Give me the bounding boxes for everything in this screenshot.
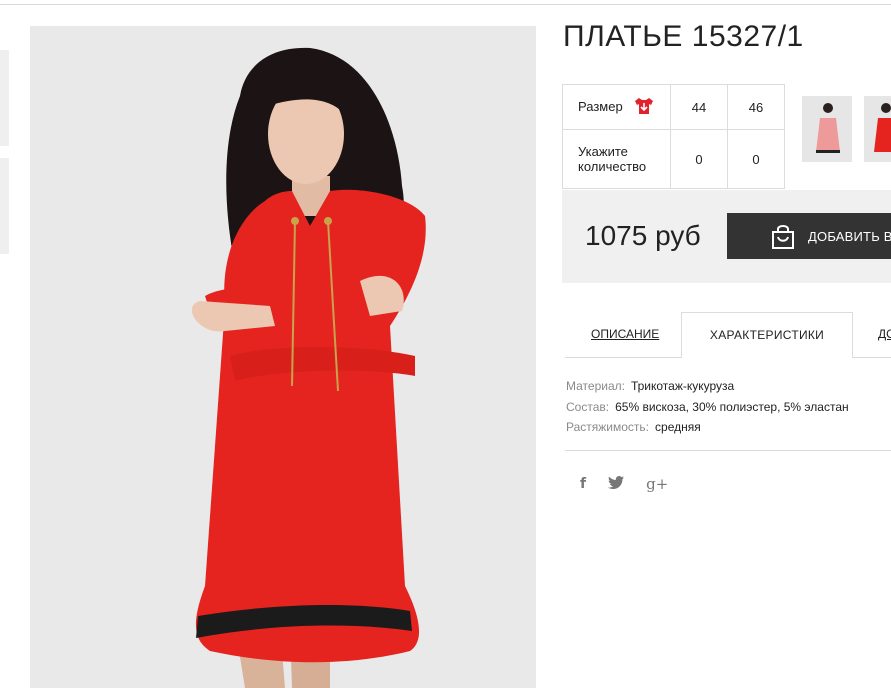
shopping-bag-icon: [769, 222, 797, 253]
twitter-icon[interactable]: [608, 475, 625, 493]
model-illustration: [30, 26, 536, 688]
spec-label: Растяжимость:: [566, 420, 650, 434]
spec-value: 65% вискоза, 30% полиэстер, 5% эластан: [615, 399, 849, 414]
spec-label: Состав:: [566, 399, 610, 414]
spec-row: Материал: Трикотаж-кукуруза: [566, 376, 849, 397]
spec-value: средняя: [655, 420, 701, 434]
quantity-label-line: Укажите: [578, 144, 628, 159]
product-thumbnail[interactable]: [802, 96, 852, 162]
top-divider: [0, 4, 891, 5]
social-share: f g+: [580, 474, 690, 494]
strip-thumbnail[interactable]: [0, 158, 9, 254]
facebook-icon[interactable]: f: [580, 476, 586, 492]
spec-value: Трикотаж-кукуруза: [630, 379, 735, 393]
spec-row: Состав: 65% вискоза, 30% полиэстер, 5% эл…: [566, 397, 849, 418]
quantity-label-line: количество: [578, 159, 647, 174]
product-title: ПЛАТЬЕ 15327/1: [563, 20, 804, 53]
product-tabs: ОПИСАНИЕ ХАРАКТЕРИСТИКИ ДО: [565, 312, 891, 358]
tab-more[interactable]: ДО: [878, 312, 891, 357]
thumbnail-strip: [0, 50, 9, 266]
add-to-cart-button[interactable]: ДОБАВИТЬ В: [727, 213, 891, 259]
add-to-cart-label: ДОБАВИТЬ В: [808, 228, 891, 244]
size-guide-icon[interactable]: [634, 97, 654, 118]
tab-characteristics[interactable]: ХАРАКТЕРИСТИКИ: [681, 312, 853, 358]
product-thumbnail[interactable]: [864, 96, 891, 162]
characteristics-list: Материал: Трикотаж-кукуруза Состав: 65% ви…: [566, 376, 849, 438]
size-label-cell: Размер: [562, 84, 671, 130]
main-product-photo[interactable]: [30, 26, 536, 688]
social-divider: [565, 450, 891, 451]
strip-thumbnail[interactable]: [0, 50, 9, 146]
spec-label: Материал:: [566, 379, 625, 393]
size-quantity-table: Размер 44 46 Укажите количество 0 0: [562, 84, 785, 189]
price-panel: 1075 руб ДОБАВИТЬ В: [562, 190, 891, 283]
size-option[interactable]: 44: [670, 84, 728, 130]
quantity-input[interactable]: 0: [727, 129, 785, 189]
tab-description[interactable]: ОПИСАНИЕ: [591, 312, 659, 357]
quantity-label-cell: Укажите количество: [562, 129, 671, 189]
spec-row: Растяжимость: средняя: [566, 417, 849, 438]
size-label: Размер: [578, 98, 623, 114]
size-option[interactable]: 46: [727, 84, 785, 130]
product-price: 1075 руб: [585, 220, 701, 251]
quantity-input[interactable]: 0: [670, 129, 728, 189]
google-plus-icon[interactable]: g+: [646, 475, 668, 493]
